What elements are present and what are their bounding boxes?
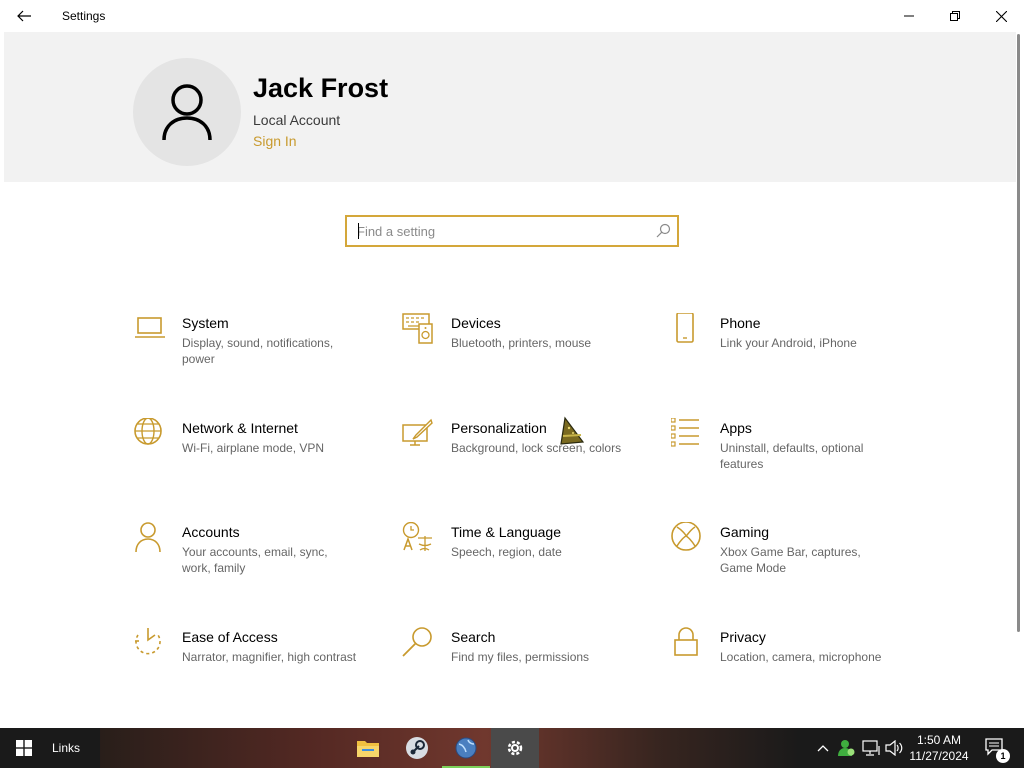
links-toolbar[interactable]: Links: [52, 741, 80, 755]
taskbar-file-explorer[interactable]: [344, 728, 392, 768]
taskbar-clock[interactable]: 1:50 AM 11/27/2024: [906, 732, 972, 764]
start-button[interactable]: [0, 728, 48, 768]
tile-title: Time & Language: [451, 524, 561, 540]
close-icon: [995, 10, 1007, 22]
tile-title: Ease of Access: [182, 629, 278, 645]
close-button[interactable]: [978, 0, 1024, 32]
steam-icon: [406, 737, 428, 759]
laptop-icon: [135, 317, 165, 338]
phone-icon: [676, 313, 694, 343]
tile-description: Location, camera, microphone: [720, 650, 882, 664]
tile-description: Bluetooth, printers, mouse: [451, 336, 592, 350]
person-icon: [135, 522, 161, 553]
taskbar: Links 1:50 AM 11/27/2024 1: [0, 728, 1024, 768]
tile-title: Apps: [720, 420, 752, 436]
xbox-icon: [671, 522, 701, 551]
tile-description: Your accounts, email, sync, work, family: [182, 545, 328, 575]
network-wired-icon: [862, 740, 880, 756]
tile-title: Devices: [451, 315, 501, 331]
tile-title: Gaming: [720, 524, 770, 540]
user-icon: [162, 84, 212, 141]
magnifier-icon: [402, 627, 432, 657]
restore-icon: [950, 11, 960, 21]
tile-title: Network & Internet: [182, 420, 298, 436]
tile-title: Phone: [720, 315, 761, 331]
clock-date: 11/27/2024: [909, 749, 969, 763]
tile-apps[interactable]: Apps Uninstall, defaults, optional featu…: [671, 418, 901, 488]
tile-search[interactable]: Search Find my files, permissions: [402, 627, 632, 697]
user-name: Jack Frost: [253, 73, 389, 103]
text-caret: [358, 223, 359, 239]
tray-network[interactable]: [860, 728, 882, 768]
paint-monitor-icon: [402, 418, 433, 446]
tile-privacy[interactable]: Privacy Location, camera, microphone: [671, 627, 901, 697]
tile-title: Accounts: [182, 524, 240, 540]
tile-description: Wi-Fi, airplane mode, VPN: [182, 441, 325, 455]
chevron-up-icon: [817, 745, 829, 752]
taskbar-settings[interactable]: [491, 728, 539, 768]
user-status-icon: [838, 740, 855, 756]
tile-devices[interactable]: Devices Bluetooth, printers, mouse: [402, 313, 632, 383]
folder-icon: [357, 741, 379, 757]
account-type: Local Account: [253, 112, 341, 128]
lock-icon: [674, 627, 698, 656]
tile-description: Display, sound, notifications, power: [182, 336, 334, 366]
avatar[interactable]: [133, 58, 241, 166]
minimize-button[interactable]: [886, 0, 932, 32]
account-header: Jack Frost Local Account Sign In: [4, 32, 1016, 182]
tile-phone[interactable]: Phone Link your Android, iPhone: [671, 313, 901, 383]
minimize-icon: [904, 15, 914, 17]
tile-description: Link your Android, iPhone: [720, 336, 857, 350]
tile-accounts[interactable]: Accounts Your accounts, email, sync, wor…: [133, 522, 363, 592]
search-icon[interactable]: [655, 223, 671, 239]
tile-description: Narrator, magnifier, high contrast: [182, 650, 357, 664]
tile-description: Find my files, permissions: [451, 650, 590, 664]
action-center-button[interactable]: 1: [976, 728, 1016, 768]
taskbar-steam[interactable]: [393, 728, 441, 768]
search-input[interactable]: [347, 217, 657, 245]
tile-system[interactable]: System Display, sound, notifications, po…: [133, 313, 363, 383]
gear-icon: [507, 740, 523, 756]
tile-network-internet[interactable]: Network & Internet Wi-Fi, airplane mode,…: [133, 418, 363, 488]
tile-description: Speech, region, date: [451, 545, 562, 559]
time-language-icon: [402, 522, 432, 551]
tile-title: Search: [451, 629, 496, 645]
tile-title: Privacy: [720, 629, 766, 645]
back-arrow-icon: [17, 10, 31, 22]
sign-in-link[interactable]: Sign In: [253, 133, 297, 149]
notification-count-badge: 1: [996, 749, 1010, 763]
taskbar-globe-app[interactable]: [442, 728, 490, 768]
tile-description: Xbox Game Bar, captures, Game Mode: [720, 545, 861, 575]
tile-title: System: [182, 315, 229, 331]
search-box[interactable]: [345, 215, 679, 247]
keyboard-speaker-icon: [402, 313, 433, 344]
tray-volume[interactable]: [884, 728, 904, 768]
globe-app-icon: [455, 737, 477, 759]
restore-button[interactable]: [932, 0, 978, 32]
tile-ease-of-access[interactable]: Ease of Access Narrator, magnifier, high…: [133, 627, 363, 697]
back-button[interactable]: [10, 4, 38, 28]
tile-description: Background, lock screen, colors: [451, 441, 622, 455]
title-bar: Settings: [0, 0, 1024, 32]
speaker-icon: [885, 740, 903, 756]
mouse-cursor-icon: [560, 416, 585, 445]
tile-personalization[interactable]: Personalization Background, lock screen,…: [402, 418, 632, 488]
scrollbar[interactable]: [1017, 34, 1020, 632]
windows-logo-icon: [16, 740, 32, 756]
tile-time-language[interactable]: Time & Language Speech, region, date: [402, 522, 632, 592]
clock-time: 1:50 AM: [916, 733, 962, 747]
show-hidden-icons-button[interactable]: [814, 728, 832, 768]
ease-of-access-icon: [135, 628, 161, 655]
tile-gaming[interactable]: Gaming Xbox Game Bar, captures, Game Mod…: [671, 522, 901, 592]
window-title: Settings: [62, 9, 106, 23]
tray-user-status[interactable]: [836, 728, 856, 768]
tile-title: Personalization: [451, 420, 547, 436]
app-list-icon: [671, 418, 699, 447]
globe-icon: [134, 418, 162, 445]
tile-description: Uninstall, defaults, optional features: [720, 441, 864, 471]
